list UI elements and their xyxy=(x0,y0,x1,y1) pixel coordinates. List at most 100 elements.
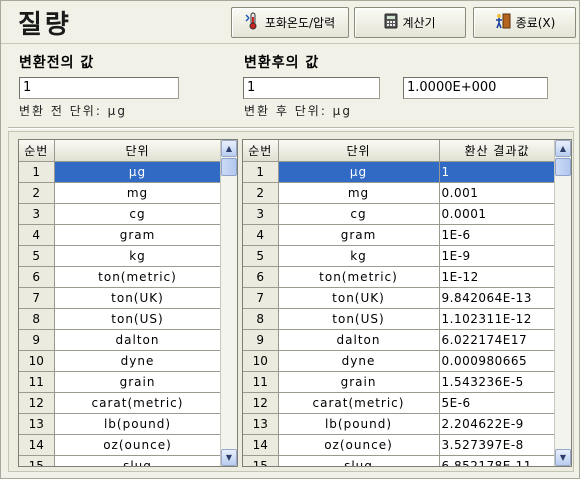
table-row[interactable]: 15 slug 6.852178E-11 xyxy=(243,455,556,466)
table-row[interactable]: 7 ton(UK) xyxy=(19,287,222,309)
row-index-cell[interactable]: 15 xyxy=(243,455,279,466)
table-row[interactable]: 9 dalton xyxy=(19,329,222,351)
result-cell[interactable]: 1.102311E-12 xyxy=(439,308,556,330)
before-value-field[interactable]: 1 xyxy=(19,77,179,99)
unit-cell[interactable]: μg xyxy=(278,161,440,183)
unit-cell[interactable]: carat(metric) xyxy=(54,392,222,414)
row-index-cell[interactable]: 14 xyxy=(19,434,55,456)
row-index-cell[interactable]: 6 xyxy=(19,266,55,288)
row-index-cell[interactable]: 5 xyxy=(19,245,55,267)
saturation-button[interactable]: 포화온도/압력 xyxy=(231,7,349,38)
chevron-down-icon[interactable]: ▼ xyxy=(221,449,237,466)
row-index-cell[interactable]: 3 xyxy=(19,203,55,225)
row-index-cell[interactable]: 10 xyxy=(19,350,55,372)
row-index-cell[interactable]: 11 xyxy=(19,371,55,393)
unit-cell[interactable]: dalton xyxy=(54,329,222,351)
table-row[interactable]: 11 grain 1.543236E-5 xyxy=(243,371,556,393)
result-cell[interactable]: 0.000980665 xyxy=(439,350,556,372)
unit-cell[interactable]: dyne xyxy=(54,350,222,372)
table-row[interactable]: 10 dyne 0.000980665 xyxy=(243,350,556,372)
row-index-cell[interactable]: 7 xyxy=(243,287,279,309)
result-cell[interactable]: 6.022174E17 xyxy=(439,329,556,351)
table-row[interactable]: 3 cg xyxy=(19,203,222,225)
unit-cell[interactable]: cg xyxy=(278,203,440,225)
chevron-down-icon[interactable]: ▼ xyxy=(555,449,571,466)
table-row[interactable]: 6 ton(metric) xyxy=(19,266,222,288)
row-index-cell[interactable]: 3 xyxy=(243,203,279,225)
unit-cell[interactable]: grain xyxy=(54,371,222,393)
result-cell[interactable]: 1.543236E-5 xyxy=(439,371,556,393)
row-index-cell[interactable]: 13 xyxy=(243,413,279,435)
column-header-result[interactable]: 환산 결과값 xyxy=(439,140,556,162)
unit-cell[interactable]: slug xyxy=(278,455,440,466)
row-index-cell[interactable]: 8 xyxy=(243,308,279,330)
table-row[interactable]: 1 μg xyxy=(19,161,222,183)
row-index-cell[interactable]: 7 xyxy=(19,287,55,309)
table-row[interactable]: 12 carat(metric) xyxy=(19,392,222,414)
result-cell[interactable]: 3.527397E-8 xyxy=(439,434,556,456)
unit-cell[interactable]: ton(US) xyxy=(278,308,440,330)
unit-cell[interactable]: μg xyxy=(54,161,222,183)
table-row[interactable]: 5 kg 1E-9 xyxy=(243,245,556,267)
unit-cell[interactable]: ton(UK) xyxy=(54,287,222,309)
unit-cell[interactable]: lb(pound) xyxy=(278,413,440,435)
row-index-cell[interactable]: 1 xyxy=(19,161,55,183)
table-row[interactable]: 10 dyne xyxy=(19,350,222,372)
unit-cell[interactable]: mg xyxy=(278,182,440,204)
table-row[interactable]: 1 μg 1 xyxy=(243,161,556,183)
after-value-field[interactable]: 1 xyxy=(243,77,380,99)
table-row[interactable]: 4 gram xyxy=(19,224,222,246)
right-scrollbar[interactable]: ▲ ▼ xyxy=(554,140,571,466)
chevron-up-icon[interactable]: ▲ xyxy=(221,140,237,157)
right-scrollbar-thumb[interactable] xyxy=(555,158,571,176)
column-header-index[interactable]: 순번 xyxy=(19,140,55,162)
column-header-unit[interactable]: 단위 xyxy=(278,140,440,162)
unit-cell[interactable]: kg xyxy=(278,245,440,267)
after-result-field[interactable]: 1.0000E+000 xyxy=(403,77,548,99)
unit-cell[interactable]: grain xyxy=(278,371,440,393)
unit-cell[interactable]: dalton xyxy=(278,329,440,351)
row-index-cell[interactable]: 12 xyxy=(243,392,279,414)
table-row[interactable]: 5 kg xyxy=(19,245,222,267)
table-row[interactable]: 13 lb(pound) xyxy=(19,413,222,435)
unit-cell[interactable]: ton(metric) xyxy=(278,266,440,288)
row-index-cell[interactable]: 9 xyxy=(19,329,55,351)
row-index-cell[interactable]: 10 xyxy=(243,350,279,372)
column-header-unit[interactable]: 단위 xyxy=(54,140,222,162)
result-cell[interactable]: 2.204622E-9 xyxy=(439,413,556,435)
unit-cell[interactable]: oz(ounce) xyxy=(54,434,222,456)
table-row[interactable]: 2 mg 0.001 xyxy=(243,182,556,204)
row-index-cell[interactable]: 12 xyxy=(19,392,55,414)
unit-cell[interactable]: ton(US) xyxy=(54,308,222,330)
result-cell[interactable]: 1E-12 xyxy=(439,266,556,288)
calculator-button[interactable]: 계산기 xyxy=(354,7,466,38)
unit-cell[interactable]: dyne xyxy=(278,350,440,372)
row-index-cell[interactable]: 13 xyxy=(19,413,55,435)
unit-cell[interactable]: slug xyxy=(54,455,222,466)
row-index-cell[interactable]: 8 xyxy=(19,308,55,330)
table-row[interactable]: 14 oz(ounce) 3.527397E-8 xyxy=(243,434,556,456)
left-scrollbar[interactable]: ▲ ▼ xyxy=(220,140,237,466)
table-row[interactable]: 8 ton(US) xyxy=(19,308,222,330)
chevron-up-icon[interactable]: ▲ xyxy=(555,140,571,157)
left-scrollbar-thumb[interactable] xyxy=(221,158,237,176)
row-index-cell[interactable]: 2 xyxy=(243,182,279,204)
result-cell[interactable]: 1 xyxy=(439,161,556,183)
unit-cell[interactable]: kg xyxy=(54,245,222,267)
table-row[interactable]: 11 grain xyxy=(19,371,222,393)
row-index-cell[interactable]: 4 xyxy=(19,224,55,246)
table-row[interactable]: 9 dalton 6.022174E17 xyxy=(243,329,556,351)
table-row[interactable]: 14 oz(ounce) xyxy=(19,434,222,456)
row-index-cell[interactable]: 14 xyxy=(243,434,279,456)
result-cell[interactable]: 0.001 xyxy=(439,182,556,204)
row-index-cell[interactable]: 2 xyxy=(19,182,55,204)
table-row[interactable]: 4 gram 1E-6 xyxy=(243,224,556,246)
unit-cell[interactable]: ton(UK) xyxy=(278,287,440,309)
row-index-cell[interactable]: 4 xyxy=(243,224,279,246)
result-grid[interactable]: 순번 단위 환산 결과값 1 μg 1 2 mg 0.001 3 cg 0.0001 4 gram 1… xyxy=(242,139,572,467)
exit-button[interactable]: 종료(X) xyxy=(473,7,576,38)
table-row[interactable]: 2 mg xyxy=(19,182,222,204)
row-index-cell[interactable]: 1 xyxy=(243,161,279,183)
source-unit-grid[interactable]: 순번 단위 1 μg 2 mg 3 cg 4 gram 5 kg 6 ton(metric) 7 ton(… xyxy=(18,139,238,467)
table-row[interactable]: 8 ton(US) 1.102311E-12 xyxy=(243,308,556,330)
